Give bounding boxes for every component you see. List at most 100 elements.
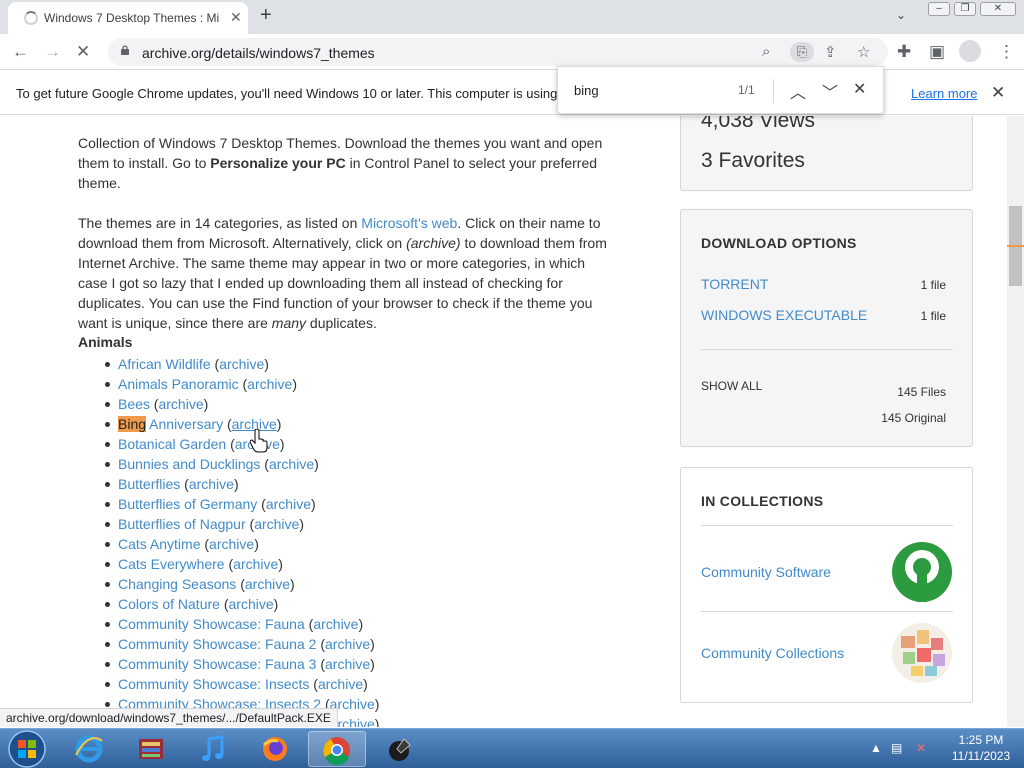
taskbar-music[interactable] — [184, 731, 242, 767]
show-hidden-icons[interactable]: ▲ — [870, 741, 882, 755]
back-icon[interactable]: ← — [12, 42, 29, 62]
theme-link[interactable]: Community Showcase: Fauna 2 — [118, 636, 316, 652]
page-scrollbar[interactable] — [1007, 116, 1024, 727]
window-close-button[interactable]: ✕ — [980, 2, 1016, 16]
search-icon[interactable]: ⌕ — [762, 43, 770, 60]
find-input[interactable]: bing — [574, 83, 599, 98]
find-next-icon[interactable]: ﹀ — [822, 79, 838, 103]
theme-link[interactable]: Animals Panoramic — [118, 376, 239, 392]
forward-icon[interactable]: → — [44, 42, 61, 62]
theme-link[interactable]: Butterflies of Nagpur — [118, 516, 246, 532]
theme-link[interactable]: Butterflies of Germany — [118, 496, 257, 512]
divider — [701, 611, 953, 612]
torrent-link[interactable]: TORRENT — [701, 276, 768, 292]
views-count: 4,038 Views — [701, 116, 816, 132]
theme-link[interactable]: Community Showcase: Fauna 3 — [118, 656, 316, 672]
theme-link[interactable]: Bees — [118, 396, 150, 412]
taskbar-chrome[interactable] — [308, 731, 366, 767]
theme-link[interactable]: Cats Everywhere — [118, 556, 225, 572]
theme-list-item: Community Showcase: Fauna 2 (archive) — [100, 634, 379, 654]
address-bar[interactable]: archive.org/details/windows7_themes ⌕ ⎘ … — [108, 38, 888, 66]
theme-link[interactable]: Cats Anytime — [118, 536, 200, 552]
archive-link[interactable]: archive — [325, 636, 370, 652]
restore-button[interactable]: ❐ — [954, 2, 976, 16]
community-software-link[interactable]: Community Software — [701, 564, 831, 580]
tab-close-icon[interactable]: ✕ — [230, 9, 242, 26]
windows-executable-link[interactable]: WINDOWS EXECUTABLE — [701, 307, 867, 323]
learn-more-link[interactable]: Learn more — [911, 86, 977, 101]
tab-active[interactable]: Windows 7 Desktop Themes : Mi ✕ — [8, 2, 248, 34]
share-icon[interactable]: ⇪ — [824, 43, 837, 61]
taskbar-archive[interactable] — [122, 731, 180, 767]
taskbar-ie[interactable] — [60, 731, 118, 767]
taskbar-firefox[interactable] — [246, 731, 304, 767]
find-previous-icon[interactable]: ︿ — [790, 79, 806, 103]
theme-list-item: Butterflies of Germany (archive) — [100, 494, 379, 514]
find-in-page-icon[interactable]: ⎘ — [790, 42, 814, 62]
new-tab-button[interactable]: + — [260, 4, 272, 27]
ink-app-icon — [389, 738, 411, 761]
side-panel-icon[interactable]: ▣ — [929, 42, 945, 62]
archive-link[interactable]: archive — [254, 516, 299, 532]
profile-avatar-icon[interactable] — [959, 40, 981, 62]
archive-link[interactable]: archive — [229, 596, 274, 612]
community-software-logo-icon[interactable] — [891, 541, 953, 603]
show-all-link[interactable]: SHOW ALL — [701, 379, 762, 393]
start-button-icon[interactable] — [6, 729, 48, 769]
theme-link[interactable]: Botanical Garden — [118, 436, 226, 452]
theme-link[interactable]: African Wildlife — [118, 356, 211, 372]
taskbar-app[interactable] — [370, 731, 428, 767]
extensions-icon[interactable]: ✚ — [897, 42, 911, 62]
archive-link[interactable]: archive — [189, 476, 234, 492]
tab-search-chevron-icon[interactable]: ⌄ — [896, 8, 906, 22]
theme-link[interactable]: Colors of Nature — [118, 596, 220, 612]
archive-link[interactable]: archive — [313, 616, 358, 632]
community-collections-logo-icon[interactable] — [891, 622, 953, 684]
lock-icon — [121, 45, 129, 55]
archive-link[interactable]: archive — [233, 556, 278, 572]
infobar-message: To get future Google Chrome updates, you… — [16, 86, 558, 101]
bookmark-star-icon[interactable]: ☆ — [857, 43, 870, 61]
theme-list-item: Community Showcase: Fauna (archive) — [100, 614, 379, 634]
loading-spinner-icon — [24, 11, 38, 25]
archive-link[interactable]: archive — [247, 376, 292, 392]
theme-list-item: Animals Panoramic (archive) — [100, 374, 379, 394]
infobar-close-icon[interactable]: ✕ — [991, 83, 1005, 103]
clock-date: 11/11/2023 — [951, 749, 1011, 763]
find-close-icon[interactable]: ✕ — [853, 79, 866, 99]
theme-link[interactable]: Anniversary — [149, 416, 223, 432]
archive-link[interactable]: archive — [158, 396, 203, 412]
archive-link[interactable]: archive — [245, 576, 290, 592]
archive-link[interactable]: archive — [219, 356, 264, 372]
windows-taskbar: ▲ ▤ ✕ 1:25 PM 11/11/2023 — [0, 728, 1024, 768]
theme-link[interactable]: Changing Seasons — [118, 576, 236, 592]
microsoft-web-link[interactable]: Microsoft's web — [361, 215, 457, 231]
url-text: archive.org/details/windows7_themes — [142, 45, 375, 61]
theme-list-item: Community Showcase: Fauna 3 (archive) — [100, 654, 379, 674]
archive-link[interactable]: archive — [269, 456, 314, 472]
category-heading: Animals — [78, 334, 133, 350]
archive-link[interactable]: archive — [318, 676, 363, 692]
theme-list-item: Bees (archive) — [100, 394, 379, 414]
find-highlight[interactable]: Bing — [118, 416, 147, 432]
archive-link[interactable]: archive — [209, 536, 254, 552]
theme-link[interactable]: Community Showcase: Insects — [118, 676, 309, 692]
theme-link[interactable]: Bunnies and Ducklings — [118, 456, 260, 472]
minimize-button[interactable]: – — [928, 2, 950, 16]
system-clock[interactable]: 1:25 PM 11/11/2023 — [946, 732, 1016, 764]
theme-list-item: Cats Anytime (archive) — [100, 534, 379, 554]
executable-file-count: 1 file — [920, 309, 946, 323]
download-options-title: DOWNLOAD OPTIONS — [701, 235, 857, 251]
network-icon[interactable]: ▤ — [891, 741, 902, 755]
find-divider — [773, 79, 774, 103]
intro-paragraph-1: Collection of Windows 7 Desktop Themes. … — [78, 135, 603, 191]
stop-icon[interactable]: ✕ — [76, 42, 90, 62]
volume-muted-icon[interactable]: ✕ — [916, 741, 926, 755]
archive-link[interactable]: archive — [325, 656, 370, 672]
archive-link[interactable]: archive — [266, 496, 311, 512]
theme-link[interactable]: Butterflies — [118, 476, 180, 492]
chrome-icon — [323, 737, 350, 765]
theme-link[interactable]: Community Showcase: Fauna — [118, 616, 305, 632]
menu-kebab-icon[interactable]: ⋮ — [998, 42, 1015, 62]
community-collections-link[interactable]: Community Collections — [701, 645, 844, 661]
